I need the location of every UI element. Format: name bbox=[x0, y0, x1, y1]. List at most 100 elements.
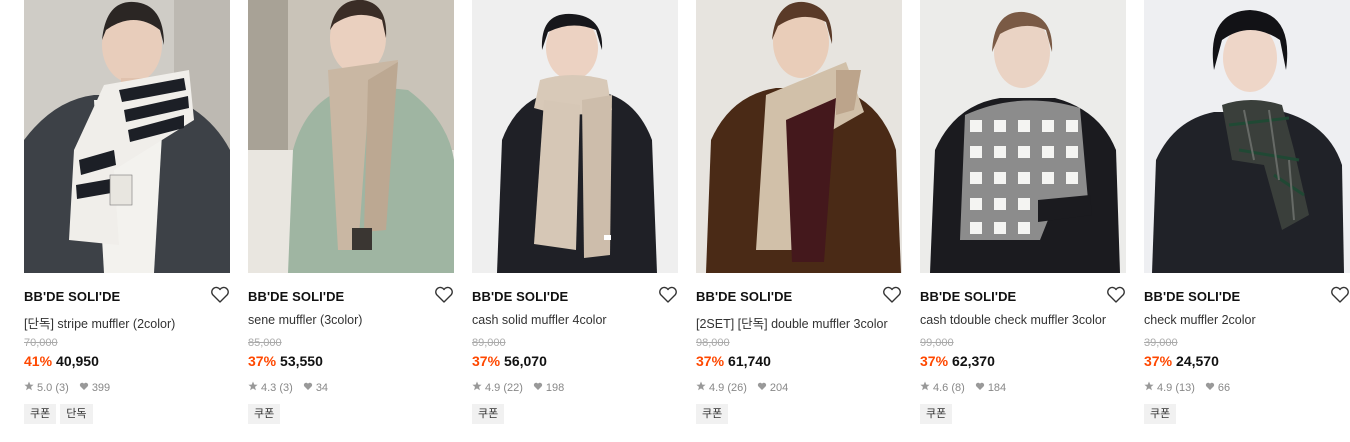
discount-rate: 37% bbox=[248, 353, 277, 369]
price-line: 37% 61,740 bbox=[696, 353, 771, 369]
product-photo bbox=[1144, 0, 1350, 273]
heart-outline-icon[interactable] bbox=[210, 286, 230, 304]
original-price: 85,000 bbox=[248, 337, 282, 349]
heart-filled-icon bbox=[303, 382, 313, 394]
tag-list: 쿠폰 bbox=[472, 404, 508, 424]
sale-price: 56,070 bbox=[504, 353, 547, 369]
heart-outline-icon[interactable] bbox=[882, 286, 902, 304]
price-line: 37% 53,550 bbox=[248, 353, 323, 369]
brand-name[interactable]: BB'DE SOLI'DE bbox=[1144, 289, 1240, 304]
like-count: 66 bbox=[1217, 381, 1231, 394]
product-image[interactable] bbox=[248, 0, 454, 273]
original-price: 70,000 bbox=[24, 337, 58, 349]
tag-list: 쿠폰 단독 bbox=[24, 404, 97, 424]
product-photo bbox=[472, 0, 678, 273]
sale-price: 53,550 bbox=[280, 353, 323, 369]
star-icon bbox=[696, 381, 706, 394]
product-card[interactable]: BB'DE SOLI'DE [2SET] [단독] double muffler… bbox=[696, 0, 902, 442]
like-count: 399 bbox=[91, 381, 111, 394]
like-count: 34 bbox=[315, 381, 329, 394]
product-image[interactable] bbox=[472, 0, 678, 273]
sale-price: 61,740 bbox=[728, 353, 771, 369]
product-image[interactable] bbox=[920, 0, 1126, 273]
product-name[interactable]: check muffler 2color bbox=[1144, 313, 1350, 327]
brand-name[interactable]: BB'DE SOLI'DE bbox=[472, 289, 568, 304]
star-icon bbox=[920, 381, 930, 394]
heart-filled-icon bbox=[1205, 382, 1215, 394]
product-card[interactable]: BB'DE SOLI'DE check muffler 2color 39,00… bbox=[1144, 0, 1350, 442]
original-price: 98,000 bbox=[696, 337, 730, 349]
brand-name[interactable]: BB'DE SOLI'DE bbox=[696, 289, 792, 304]
review-count: (22) bbox=[503, 381, 523, 394]
brand-name[interactable]: BB'DE SOLI'DE bbox=[24, 289, 120, 304]
original-price: 89,000 bbox=[472, 337, 506, 349]
heart-filled-icon bbox=[533, 382, 543, 394]
product-meta: 4.9 (13) 66 bbox=[1144, 381, 1230, 394]
coupon-tag: 쿠폰 bbox=[696, 404, 729, 424]
product-photo bbox=[696, 0, 902, 273]
heart-filled-icon bbox=[757, 382, 767, 394]
rating-value: 4.9 bbox=[1157, 381, 1173, 394]
discount-rate: 37% bbox=[1144, 353, 1173, 369]
price-line: 37% 24,570 bbox=[1144, 353, 1219, 369]
sale-price: 24,570 bbox=[1176, 353, 1219, 369]
coupon-tag: 쿠폰 bbox=[248, 404, 281, 424]
rating-value: 4.6 bbox=[933, 381, 949, 394]
product-card[interactable]: BB'DE SOLI'DE cash solid muffler 4color … bbox=[472, 0, 678, 442]
discount-rate: 37% bbox=[472, 353, 501, 369]
heart-filled-icon bbox=[79, 382, 89, 394]
heart-outline-icon[interactable] bbox=[1106, 286, 1126, 304]
product-grid: BB'DE SOLI'DE [단독] stripe muffler (2colo… bbox=[24, 0, 1350, 442]
coupon-tag: 쿠폰 bbox=[920, 404, 953, 424]
review-count: (26) bbox=[727, 381, 747, 394]
product-card[interactable]: BB'DE SOLI'DE [단독] stripe muffler (2colo… bbox=[24, 0, 230, 442]
product-name[interactable]: [2SET] [단독] double muffler 3color bbox=[696, 313, 902, 332]
exclusive-tag: 단독 bbox=[60, 404, 93, 424]
like-count: 184 bbox=[987, 381, 1007, 394]
tag-list: 쿠폰 bbox=[920, 404, 956, 424]
heart-outline-icon[interactable] bbox=[658, 286, 678, 304]
product-photo bbox=[248, 0, 454, 273]
product-image[interactable] bbox=[696, 0, 902, 273]
brand-name[interactable]: BB'DE SOLI'DE bbox=[248, 289, 344, 304]
review-count: (3) bbox=[279, 381, 293, 394]
star-icon bbox=[1144, 381, 1154, 394]
product-name[interactable]: cash solid muffler 4color bbox=[472, 313, 678, 327]
rating-value: 4.9 bbox=[485, 381, 501, 394]
review-count: (3) bbox=[55, 381, 69, 394]
discount-rate: 37% bbox=[920, 353, 949, 369]
coupon-tag: 쿠폰 bbox=[1144, 404, 1177, 424]
star-icon bbox=[472, 381, 482, 394]
star-icon bbox=[24, 381, 34, 394]
like-count: 204 bbox=[769, 381, 789, 394]
heart-outline-icon[interactable] bbox=[1330, 286, 1350, 304]
star-icon bbox=[248, 381, 258, 394]
product-image[interactable] bbox=[24, 0, 230, 273]
brand-name[interactable]: BB'DE SOLI'DE bbox=[920, 289, 1016, 304]
like-count: 198 bbox=[545, 381, 565, 394]
product-card[interactable]: BB'DE SOLI'DE cash tdouble check muffler… bbox=[920, 0, 1126, 442]
heart-outline-icon[interactable] bbox=[434, 286, 454, 304]
tag-list: 쿠폰 bbox=[696, 404, 732, 424]
rating-value: 4.9 bbox=[709, 381, 725, 394]
product-name[interactable]: [단독] stripe muffler (2color) bbox=[24, 313, 230, 332]
coupon-tag: 쿠폰 bbox=[472, 404, 505, 424]
product-card[interactable]: BB'DE SOLI'DE sene muffler (3color) 85,0… bbox=[248, 0, 454, 442]
product-name[interactable]: cash tdouble check muffler 3color bbox=[920, 313, 1126, 327]
price-line: 37% 56,070 bbox=[472, 353, 547, 369]
review-count: (8) bbox=[951, 381, 965, 394]
discount-rate: 37% bbox=[696, 353, 725, 369]
tag-list: 쿠폰 bbox=[248, 404, 284, 424]
discount-rate: 41% bbox=[24, 353, 53, 369]
sale-price: 40,950 bbox=[56, 353, 99, 369]
product-meta: 4.9 (26) 204 bbox=[696, 381, 788, 394]
product-name[interactable]: sene muffler (3color) bbox=[248, 313, 454, 327]
original-price: 39,000 bbox=[1144, 337, 1178, 349]
product-image[interactable] bbox=[1144, 0, 1350, 273]
original-price: 99,000 bbox=[920, 337, 954, 349]
tag-list: 쿠폰 bbox=[1144, 404, 1180, 424]
heart-filled-icon bbox=[975, 382, 985, 394]
price-line: 37% 62,370 bbox=[920, 353, 995, 369]
product-meta: 4.9 (22) 198 bbox=[472, 381, 564, 394]
review-count: (13) bbox=[1175, 381, 1195, 394]
